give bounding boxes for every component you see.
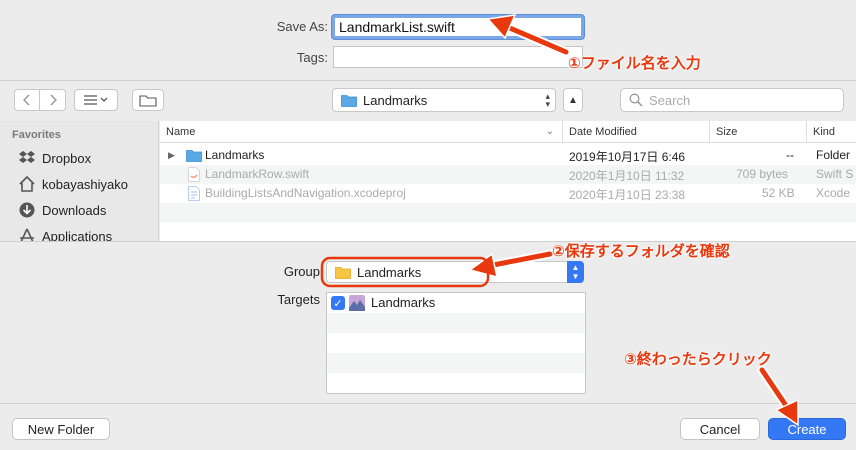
sidebar-heading: Favorites [12,129,61,141]
target-row-empty [327,333,585,353]
column-label: Date Modified [569,125,637,138]
group-value: Landmarks [357,264,422,280]
table-row[interactable]: ▶ Landmarks 2019年10月17日 6:46 -- Folder [160,146,856,165]
file-kind: Xcode [816,186,851,200]
sidebar-item-label: Dropbox [42,150,92,166]
search-field[interactable]: Search [620,88,844,112]
sidebar: Favorites Dropbox kobayashiyako Download… [0,121,159,241]
swift-file-icon [188,167,200,182]
table-row: BuildingListsAndNavigation.xcodeproj 202… [160,184,856,203]
file-kind: Folder [816,148,851,162]
new-folder-icon [139,95,157,107]
column-header-kind[interactable]: Kind [807,121,856,143]
chevron-down-icon: ⌄ [545,126,554,137]
file-date: 2019年10月17日 6:46 [569,150,686,164]
sidebar-item-label: Applications [42,228,113,242]
column-label: Name [166,125,196,138]
tags-input[interactable] [333,46,583,68]
folder-icon [335,266,351,279]
sidebar-item-label: kobayashiyako [42,176,128,192]
search-placeholder: Search [649,92,691,108]
annotation-step2: ②保存するフォルダを確認 [552,243,730,260]
column-label: Size [716,125,738,138]
downloads-icon [19,202,35,218]
target-checkbox[interactable]: ✓ [331,296,345,310]
create-button[interactable]: Create [768,418,846,440]
save-as-input[interactable] [332,15,584,39]
save-as-label: Save As: [276,19,328,34]
home-icon [19,175,35,192]
file-size: -- [786,148,794,162]
tags-label: Tags: [296,50,328,65]
targets-label: Targets [277,292,320,307]
back-button[interactable] [14,89,40,111]
file-list: Name ⌄ Date Modified Size Kind ▶ Landmar… [160,121,856,241]
group-select[interactable]: Landmarks ▲ ▼ [326,261,584,283]
select-arrows-icon: ▲ ▼ [567,261,584,283]
expand-button[interactable]: ▲ [563,88,583,112]
file-name: BuildingListsAndNavigation.xcodeproj [205,186,406,200]
column-label: Kind [813,125,836,138]
chevron-right-icon [49,94,57,106]
annotation-step3: ③終わったらクリック [624,351,772,368]
location-label: Landmarks [363,92,428,108]
folder-icon [186,150,202,162]
button-bar: New Folder Cancel Create [0,403,856,450]
target-label: Landmarks [371,295,436,310]
save-form: Save As: Tags: [0,0,856,78]
sidebar-item-label: Downloads [42,202,107,218]
target-row-empty [327,353,585,373]
sidebar-item-home[interactable]: kobayashiyako [18,175,128,193]
group-label: Group [283,264,320,279]
app-target-icon [349,295,365,311]
targets-list: ✓ Landmarks [326,292,586,394]
xcodeproj-icon [188,186,200,201]
column-header-date[interactable]: Date Modified [563,121,710,143]
new-folder-icon-button[interactable] [132,89,164,111]
search-icon [629,93,643,107]
file-name: Landmarks [205,148,265,162]
table-row: LandmarkRow.swift 2020年1月10日 11:32 709 b… [160,165,856,184]
cancel-button[interactable]: Cancel [680,418,760,440]
select-arrows-icon: ▴ ▾ [545,91,550,109]
forward-button[interactable] [40,89,66,111]
file-kind: Swift S [816,167,854,181]
sidebar-item-applications[interactable]: Applications [18,227,112,241]
browser-toolbar: Landmarks ▴ ▾ ▲ Search [0,80,856,120]
column-header-name[interactable]: Name ⌄ [160,121,563,143]
new-folder-button[interactable]: New Folder [12,418,110,440]
disclosure-triangle-icon[interactable]: ▶ [168,150,175,161]
sidebar-item-downloads[interactable]: Downloads [18,201,106,219]
target-row-empty [327,373,585,393]
applications-icon [20,228,34,241]
list-view-icon [84,95,108,105]
file-size: 709 bytes [736,167,789,181]
file-name: LandmarkRow.swift [205,167,310,181]
chevron-up-icon: ▲ [568,94,578,106]
chevron-left-icon [23,94,30,106]
annotation-step1: ①ファイル名を入力 [568,55,701,72]
column-header-size[interactable]: Size [710,121,807,143]
file-date: 2020年1月10日 11:32 [569,169,685,183]
file-date: 2020年1月10日 23:38 [569,188,686,202]
dropbox-icon [19,151,35,163]
target-row[interactable]: ✓ Landmarks [327,293,585,313]
sidebar-item-dropbox[interactable]: Dropbox [18,149,91,167]
location-select[interactable]: Landmarks ▴ ▾ [332,88,556,112]
folder-icon [341,94,357,107]
file-size: 52 KB [762,186,795,200]
view-mode-button[interactable] [74,89,118,111]
table-row-empty [160,203,856,222]
target-row-empty [327,313,585,333]
